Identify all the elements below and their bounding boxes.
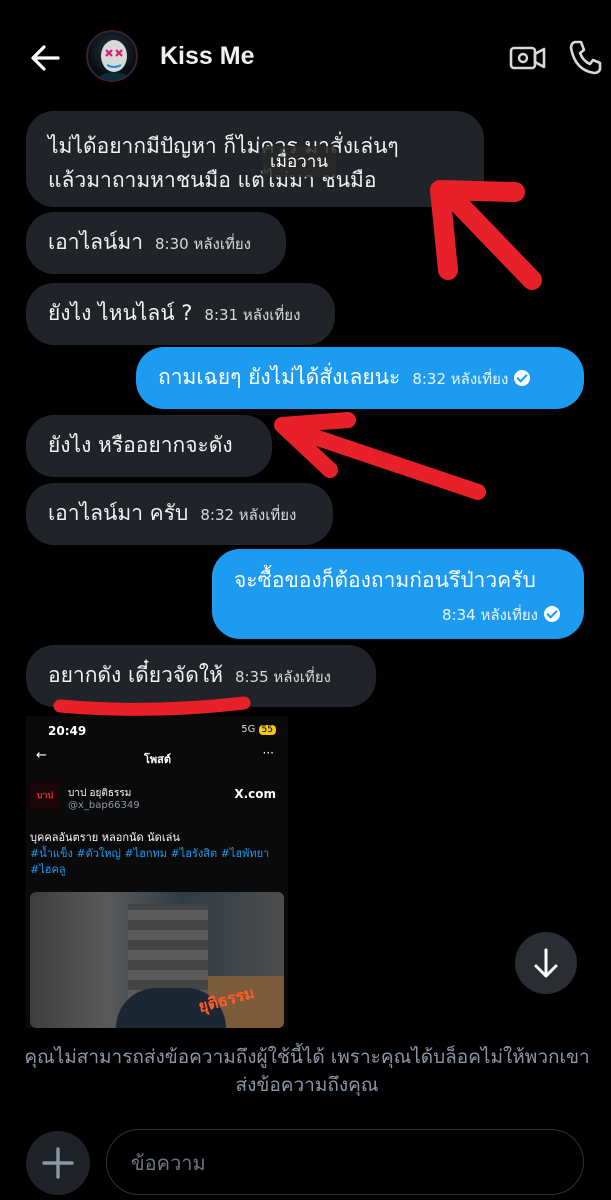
attachment-back-icon: ← [36, 748, 47, 763]
message-bubble-incoming[interactable]: ยังไง หรืออยากจะดัง [26, 415, 272, 477]
attachment-title: โพสต์ [144, 753, 172, 766]
message-timestamp: 8:30 หลังเที่ยง [155, 235, 251, 253]
scroll-to-bottom-button[interactable] [515, 932, 577, 994]
message-text: ยังไง หรืออยากจะดัง [48, 433, 233, 457]
attachment-hashtags: #น้ำแข็ง #ตัวใหญ่ #ไฮกทม #ไฮรังสิต #ไฮพั… [30, 847, 270, 876]
message-timestamp: 8:34 หลังเที่ยง [442, 606, 538, 624]
message-text: ยังไง ไหนไลน์ ? [48, 301, 193, 325]
message-bubble-incoming[interactable]: ไม่ได้อยากมีปัญหา ก็ไม่ควร มาสั่งเล่นๆ แ… [26, 111, 484, 207]
message-text: เอาไลน์มา [48, 230, 144, 254]
message-bubble-outgoing[interactable]: ถามเฉยๆ ยังไม่ได้สั่งเลยนะ 8:32 หลังเที่… [136, 347, 584, 409]
attachment-network: 5G [241, 724, 256, 735]
contact-avatar[interactable] [86, 30, 138, 82]
blocked-notice: คุณไม่สามารถส่งข้อความถึงผู้ใช้นี้ได้ เพ… [24, 1046, 590, 1096]
image-attachment[interactable]: 20:49 5G 55 ← โพสต์ ··· บาป บาป อยุติธรร… [26, 716, 288, 1028]
attachment-body-text: บุคคลอันตราย หลอกนัด นัดเล่น [30, 831, 180, 844]
attachment-source: X.com [234, 787, 276, 801]
message-text: เอาไลน์มา ครับ [48, 501, 189, 525]
video-call-icon[interactable] [509, 40, 547, 76]
pixelated-face [128, 904, 208, 1000]
message-bubble-incoming[interactable]: เอาไลน์มา ครับ 8:32 หลังเที่ยง [26, 483, 333, 545]
read-check-icon [544, 606, 560, 622]
attachment-logo: บาป [30, 782, 60, 810]
attachment-status-time: 20:49 [48, 724, 87, 738]
attachment-more-icon: ··· [262, 746, 274, 760]
message-timestamp: 8:32 หลังเที่ยง [200, 506, 297, 524]
message-timestamp: 8:35 หลังเที่ยง [234, 668, 331, 686]
read-check-icon [514, 370, 531, 386]
message-bubble-incoming[interactable]: อยากดัง เดี๋ยวจัดให้ 8:35 หลังเที่ยง [26, 645, 376, 707]
back-arrow-icon[interactable] [28, 40, 64, 76]
add-attachment-button[interactable] [26, 1131, 90, 1195]
message-input[interactable] [131, 1148, 551, 1178]
message-text: แล้วมาถามหาชนมือ แต่ไม่มา ชนมือ [48, 168, 377, 192]
attachment-battery: 55 [258, 725, 276, 735]
message-bubble-outgoing[interactable]: จะซื้อของก็ต้องถามก่อนรึป่าวครับ 8:34 หล… [212, 549, 584, 639]
attachment-photo: ยุติธรรม [30, 892, 284, 1028]
contact-name[interactable]: Kiss Me [160, 42, 254, 71]
message-bubble-incoming[interactable]: ยังไง ไหนไลน์ ? 8:31 หลังเที่ยง [26, 283, 335, 345]
message-text: จะซื้อของก็ต้องถามก่อนรึป่าวครับ [234, 568, 536, 592]
message-text: อยากดัง เดี๋ยวจัดให้ [48, 663, 223, 687]
message-composer[interactable] [106, 1129, 584, 1195]
message-timestamp: 8:32 หลังเที่ยง [412, 370, 509, 388]
message-timestamp: 8:31 หลังเที่ยง [204, 306, 301, 324]
message-text: ไม่ได้อยากมีปัญหา ก็ไม่ควร มาสั่งเล่นๆ [48, 134, 399, 158]
chat-header: Kiss Me [0, 0, 611, 110]
phone-call-icon[interactable] [567, 38, 603, 76]
arrow-down-icon [534, 948, 558, 978]
message-text: ถามเฉยๆ ยังไม่ได้สั่งเลยนะ [158, 365, 401, 389]
attachment-author-name: บาป อยุติธรรม [68, 788, 132, 799]
message-bubble-incoming[interactable]: เอาไลน์มา 8:30 หลังเที่ยง [26, 212, 286, 274]
attachment-author-handle: @x_bap66349 [68, 800, 140, 811]
plus-icon [42, 1147, 74, 1179]
date-tooltip: เมื่อวาน [262, 146, 336, 177]
